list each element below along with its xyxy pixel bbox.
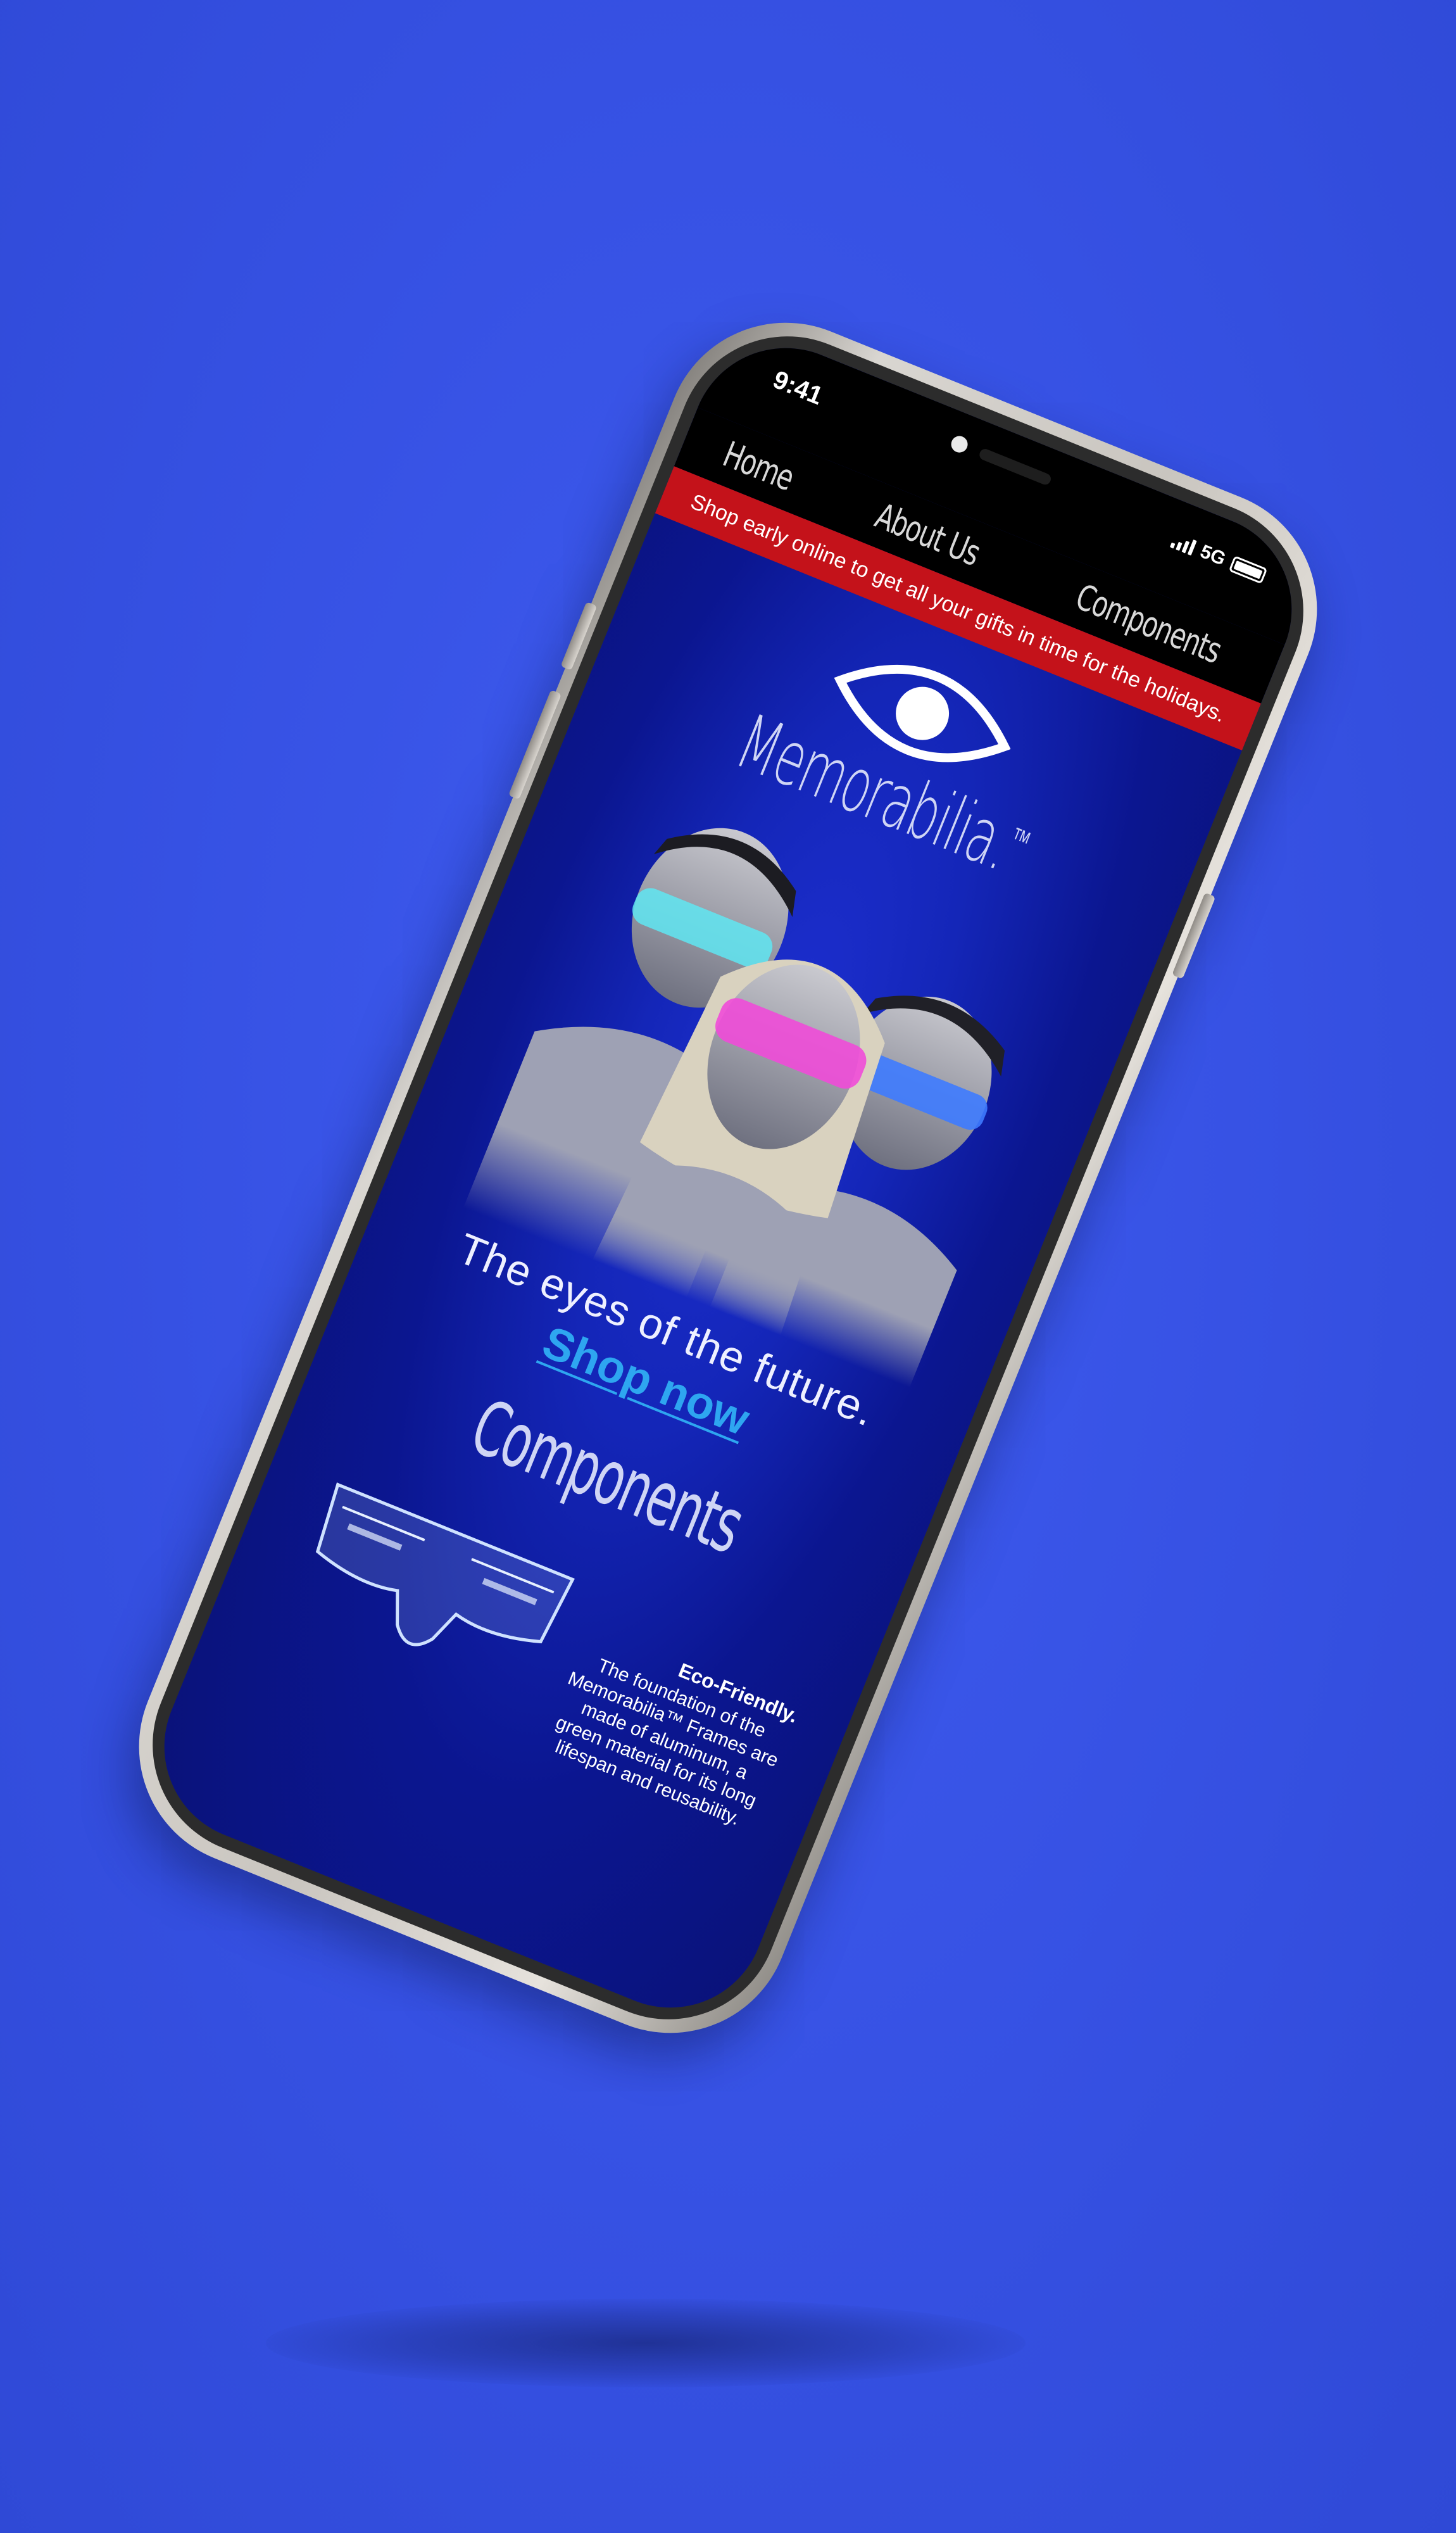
phone-screen: 9:41 5G Home About Us Components Shop ea… bbox=[135, 319, 1321, 2037]
eco-friendly-feature: Eco-Friendly. The foundation of the Memo… bbox=[537, 1620, 801, 1836]
mockup-background: 9:41 5G Home About Us Components Shop ea… bbox=[0, 0, 1456, 2533]
signal-bars-icon bbox=[1169, 532, 1197, 556]
network-label: 5G bbox=[1197, 541, 1229, 570]
battery-icon bbox=[1228, 555, 1268, 584]
status-indicators: 5G bbox=[1169, 529, 1268, 586]
status-time: 9:41 bbox=[769, 365, 827, 410]
phone-floor-shadow bbox=[266, 2299, 1026, 2387]
phone-mockup: 9:41 5G Home About Us Components Shop ea… bbox=[103, 286, 1353, 2069]
